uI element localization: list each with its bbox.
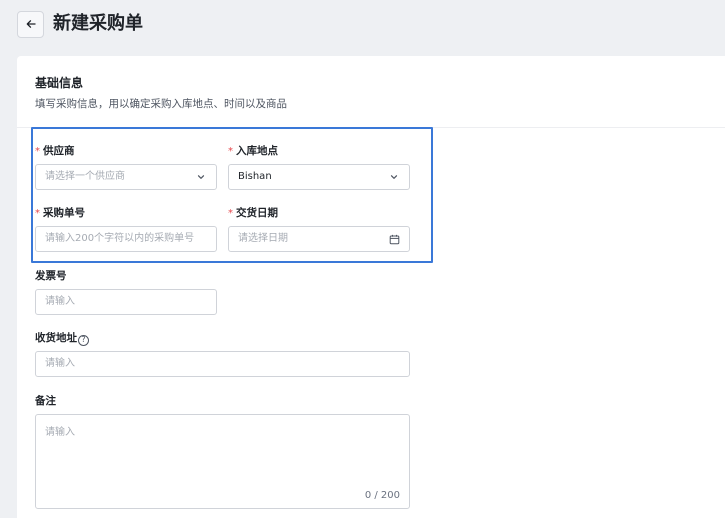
warehouse-label: * 入库地点 <box>228 145 278 157</box>
remarks-label: 备注 <box>35 395 56 407</box>
receiving-address-label: 收货地址? <box>35 331 89 346</box>
po-number-placeholder: 请输入200个字符以内的采购单号 <box>45 233 195 244</box>
receiving-address-input[interactable]: 请输入 <box>35 351 410 377</box>
required-mark: * <box>35 208 40 219</box>
invoice-number-label: 发票号 <box>35 270 67 282</box>
section-divider <box>17 127 725 128</box>
invoice-number-placeholder: 请输入 <box>45 296 75 307</box>
section-description: 填写采购信息，用以确定采购入库地点、时间以及商品 <box>35 98 287 110</box>
purchase-order-page: 新建采购单 基础信息 填写采购信息，用以确定采购入库地点、时间以及商品 * 供应商… <box>0 0 725 518</box>
calendar-icon <box>388 233 400 245</box>
chevron-down-icon <box>388 171 400 183</box>
remarks-char-counter: 0 / 200 <box>364 490 400 501</box>
chevron-down-icon <box>195 171 207 183</box>
question-circle-icon[interactable]: ? <box>78 334 89 346</box>
supplier-label: * 供应商 <box>35 145 75 157</box>
warehouse-value: Bishan <box>238 171 272 182</box>
remarks-placeholder: 请输入 <box>45 427 75 438</box>
delivery-date-placeholder: 请选择日期 <box>238 233 288 244</box>
po-number-label: * 采购单号 <box>35 207 85 219</box>
warehouse-select[interactable]: Bishan <box>228 164 410 190</box>
remarks-textarea[interactable]: 请输入 0 / 200 <box>35 414 410 509</box>
supplier-select[interactable]: 请选择一个供应商 <box>35 164 217 190</box>
po-number-input[interactable]: 请输入200个字符以内的采购单号 <box>35 226 217 252</box>
required-mark: * <box>35 146 40 157</box>
back-button[interactable] <box>17 11 44 38</box>
delivery-date-label: * 交货日期 <box>228 207 278 219</box>
supplier-placeholder: 请选择一个供应商 <box>45 171 125 182</box>
required-mark: * <box>228 208 233 219</box>
basic-info-card: 基础信息 填写采购信息，用以确定采购入库地点、时间以及商品 * 供应商 请选择一个… <box>17 56 725 518</box>
required-mark: * <box>228 146 233 157</box>
arrow-left-icon <box>25 15 37 34</box>
receiving-address-placeholder: 请输入 <box>45 358 75 369</box>
delivery-date-picker[interactable]: 请选择日期 <box>228 226 410 252</box>
page-header: 新建采购单 <box>0 0 725 50</box>
invoice-number-input[interactable]: 请输入 <box>35 289 217 315</box>
section-title: 基础信息 <box>35 76 84 90</box>
page-title: 新建采购单 <box>53 13 143 34</box>
